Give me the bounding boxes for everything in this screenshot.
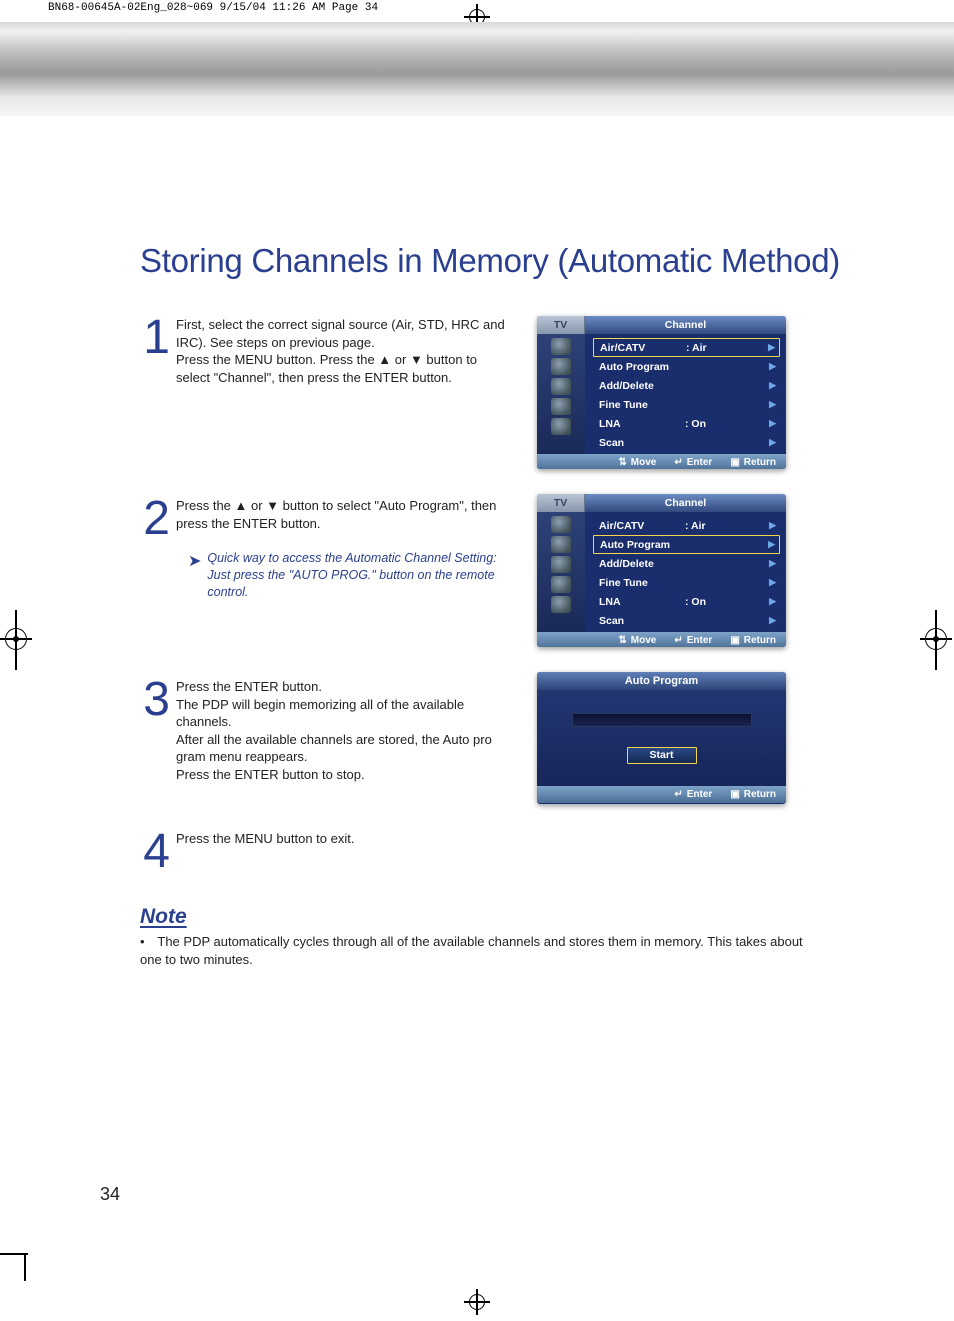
tip-arrow-icon: ➤ [188,551,201,571]
sidebar-icon[interactable] [551,596,571,613]
step-number: 4 [140,830,170,873]
registration-mark-bottom [464,1289,490,1315]
step-text: Press the ENTER button. The PDP will beg… [176,678,506,783]
osd-item-fine-tune[interactable]: Fine Tune ▶ [593,395,780,414]
enter-icon: ↵ [674,457,682,468]
step-number: 2 [140,497,170,540]
registration-mark-left [4,610,30,670]
chevron-right-icon: ▶ [768,539,775,550]
osd-screenshot-2: TV Channel Air/CATV : Air ▶ Auto Program… [537,494,786,647]
osd-sidebar [537,512,585,632]
chevron-right-icon: ▶ [768,342,775,353]
enter-icon: ↵ [674,635,682,646]
return-icon: ▣ [730,457,739,468]
sidebar-icon[interactable] [551,398,571,415]
return-icon: ▣ [730,635,739,646]
sidebar-icon[interactable] [551,338,571,355]
osd-item-fine-tune[interactable]: Fine Tune ▶ [593,573,780,592]
step-text: Press the ▲ or ▼ button to select "Auto … [176,497,506,532]
sidebar-icon[interactable] [551,556,571,573]
sidebar-icon[interactable] [551,536,571,553]
step-text: First, select the correct signal source … [176,316,506,386]
auto-program-title: Auto Program [537,672,786,690]
osd-item-add-delete[interactable]: Add/Delete ▶ [593,376,780,395]
note-heading: Note [140,905,810,929]
sidebar-icon[interactable] [551,516,571,533]
print-header: BN68-00645A-02Eng_028~069 9/15/04 11:26 … [0,0,954,20]
chevron-right-icon: ▶ [769,361,776,372]
sidebar-icon[interactable] [551,378,571,395]
chevron-right-icon: ▶ [769,520,776,531]
step-4: 4 Press the MENU button to exit. [140,830,800,873]
tip-text: Quick way to access the Automatic Channe… [207,550,497,601]
page-number: 34 [100,1184,120,1205]
sidebar-icon[interactable] [551,358,571,375]
note-body: The PDP automatically cycles through all… [140,934,803,967]
updown-icon: ⇅ [618,457,626,468]
osd-tab-channel[interactable]: Channel [585,316,786,334]
bullet-icon: • [140,933,154,951]
osd-footer: ↵Enter ▣Return [537,786,786,803]
chevron-right-icon: ▶ [769,399,776,410]
osd-sidebar [537,334,585,454]
osd-item-lna[interactable]: LNA : On ▶ [593,414,780,433]
chevron-right-icon: ▶ [769,615,776,626]
osd-footer: ⇅Move ↵Enter ▣Return [537,454,786,469]
enter-icon: ↵ [674,789,682,800]
chevron-right-icon: ▶ [769,418,776,429]
chevron-right-icon: ▶ [769,577,776,588]
chevron-right-icon: ▶ [769,380,776,391]
osd-tab-channel[interactable]: Channel [585,494,786,512]
updown-icon: ⇅ [618,635,626,646]
osd-tab-tv[interactable]: TV [537,494,585,512]
registration-mark-right [924,610,950,670]
page-title: Storing Channels in Memory (Automatic Me… [140,242,840,280]
print-header-text: BN68-00645A-02Eng_028~069 9/15/04 11:26 … [48,2,378,14]
step-text: Press the MENU button to exit. [176,830,506,848]
osd-item-scan[interactable]: Scan ▶ [593,611,780,630]
return-icon: ▣ [730,789,739,800]
sidebar-icon[interactable] [551,418,571,435]
osd-item-air-catv[interactable]: Air/CATV : Air ▶ [593,338,780,357]
chevron-right-icon: ▶ [769,596,776,607]
crop-mark [24,1255,26,1281]
osd-item-air-catv[interactable]: Air/CATV : Air ▶ [593,516,780,535]
sidebar-icon[interactable] [551,576,571,593]
osd-screenshot-3: Auto Program Start ↵Enter ▣Return [537,672,786,804]
osd-item-scan[interactable]: Scan ▶ [593,433,780,452]
chevron-right-icon: ▶ [769,558,776,569]
chevron-right-icon: ▶ [769,437,776,448]
osd-item-auto-program[interactable]: Auto Program ▶ [593,535,780,554]
osd-tab-tv[interactable]: TV [537,316,585,334]
osd-item-lna[interactable]: LNA : On ▶ [593,592,780,611]
step-number: 1 [140,316,170,359]
progress-bar [572,713,752,727]
note-block: Note • The PDP automatically cycles thro… [140,905,810,969]
osd-item-add-delete[interactable]: Add/Delete ▶ [593,554,780,573]
decorative-band [0,22,954,116]
osd-footer: ⇅Move ↵Enter ▣Return [537,632,786,647]
step-number: 3 [140,678,170,721]
osd-item-auto-program[interactable]: Auto Program ▶ [593,357,780,376]
start-button[interactable]: Start [627,747,697,764]
osd-screenshot-1: TV Channel Air/CATV : Air ▶ Auto Program… [537,316,786,469]
